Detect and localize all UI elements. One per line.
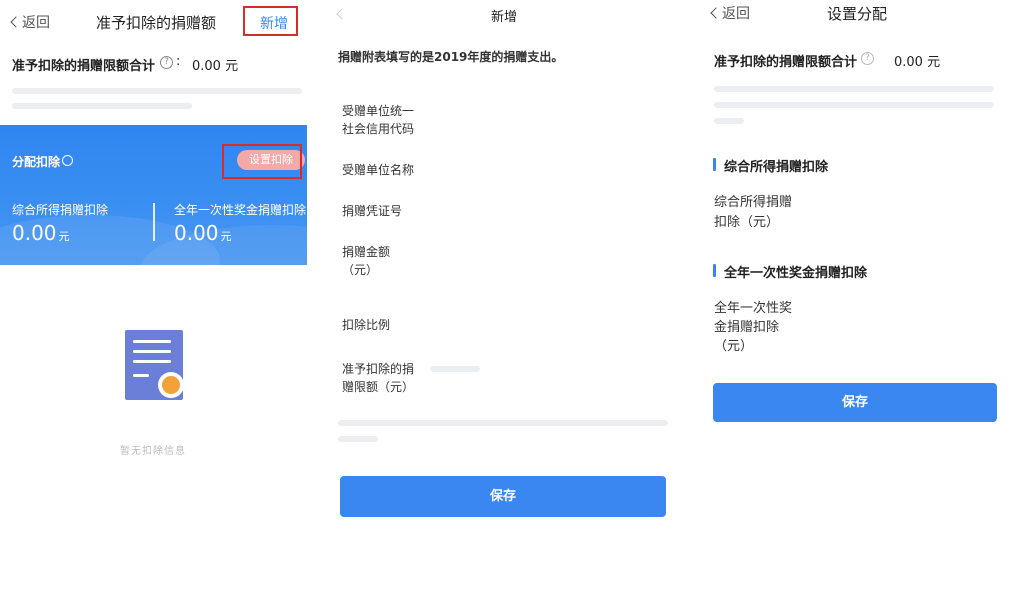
help-icon[interactable]: [62, 155, 73, 166]
form-field-amount[interactable]: 捐赠金额 （元）: [342, 243, 390, 279]
set-allocation-screen: 返回 设置分配 准予扣除的捐赠限额合计 ? 0.00 元 综合所得捐赠扣除 综合…: [700, 0, 1010, 613]
blurred-text: [12, 88, 302, 94]
chevron-left-icon: [336, 8, 348, 20]
form-field-receipt-number[interactable]: 捐赠凭证号: [342, 202, 402, 220]
back-button[interactable]: 返回: [10, 12, 50, 32]
empty-text: 暂无扣除信息: [120, 446, 186, 457]
save-button[interactable]: 保存: [713, 383, 997, 422]
limit-label: 准予扣除的捐赠限额合计: [12, 59, 156, 74]
chevron-left-icon: [710, 7, 722, 19]
new-donation-screen: 新增 捐赠附表填写的是2019年度的捐赠支出。 受赠单位统一 社会信用代码 受赠单…: [330, 0, 675, 613]
back-label: 返回: [722, 6, 750, 22]
blurred-text: [338, 436, 378, 442]
section-marker: [713, 158, 716, 171]
form-field-recipient-name[interactable]: 受赠单位名称: [342, 161, 414, 179]
back-label: 返回: [22, 15, 50, 31]
card-title: 分配扣除: [12, 155, 61, 169]
bonus-amount: 0.00 元: [174, 221, 232, 245]
blurred-text: [714, 118, 744, 124]
page-title: 新增: [491, 10, 518, 25]
chevron-left-icon: [10, 16, 22, 28]
save-button[interactable]: 保存: [340, 476, 666, 517]
section-marker: [713, 264, 716, 277]
divider: [153, 203, 155, 241]
info-icon[interactable]: ?: [160, 56, 173, 69]
form-field-ratio[interactable]: 扣除比例: [342, 316, 390, 334]
limit-value: 0.00 元: [894, 55, 941, 70]
form-field-bonus[interactable]: 全年一次性奖 金捐赠扣除 （元）: [714, 299, 792, 356]
form-field-limit: 准予扣除的捐 赠限额（元）: [342, 362, 415, 394]
blurred-text: [714, 86, 994, 92]
info-icon[interactable]: ?: [861, 52, 874, 65]
page-title: 准予扣除的捐赠额: [96, 14, 217, 32]
back-button[interactable]: 返回: [710, 3, 750, 23]
blurred-text: [430, 366, 480, 372]
blurred-text: [12, 103, 192, 109]
comprehensive-amount: 0.00 元: [12, 221, 70, 245]
page-title: 设置分配: [827, 5, 888, 23]
form-field-credit-code[interactable]: 受赠单位统一 社会信用代码: [342, 102, 414, 138]
comprehensive-label: 综合所得捐赠扣除: [12, 203, 109, 217]
limit-value: 0.00 元: [192, 59, 239, 74]
form-field-comprehensive[interactable]: 综合所得捐赠 扣除（元）: [714, 193, 792, 233]
highlight-frame: [243, 6, 298, 36]
limit-label: 准予扣除的捐赠限额合计: [714, 55, 858, 70]
blurred-text: [338, 420, 668, 426]
section-title-comprehensive: 综合所得捐赠扣除: [724, 160, 829, 175]
bonus-label: 全年一次性奖金捐赠扣除: [174, 203, 307, 217]
section-title-bonus: 全年一次性奖金捐赠扣除: [724, 266, 868, 281]
back-button[interactable]: [336, 7, 348, 23]
donation-list-screen: 返回 准予扣除的捐赠额 新增 准予扣除的捐赠限额合计 ? : 0.00 元 分配…: [0, 0, 310, 613]
empty-document-icon: [125, 330, 184, 400]
notice-text: 捐赠附表填写的是2019年度的捐赠支出。: [338, 50, 564, 64]
highlight-frame: [222, 144, 302, 179]
blurred-text: [714, 102, 994, 108]
